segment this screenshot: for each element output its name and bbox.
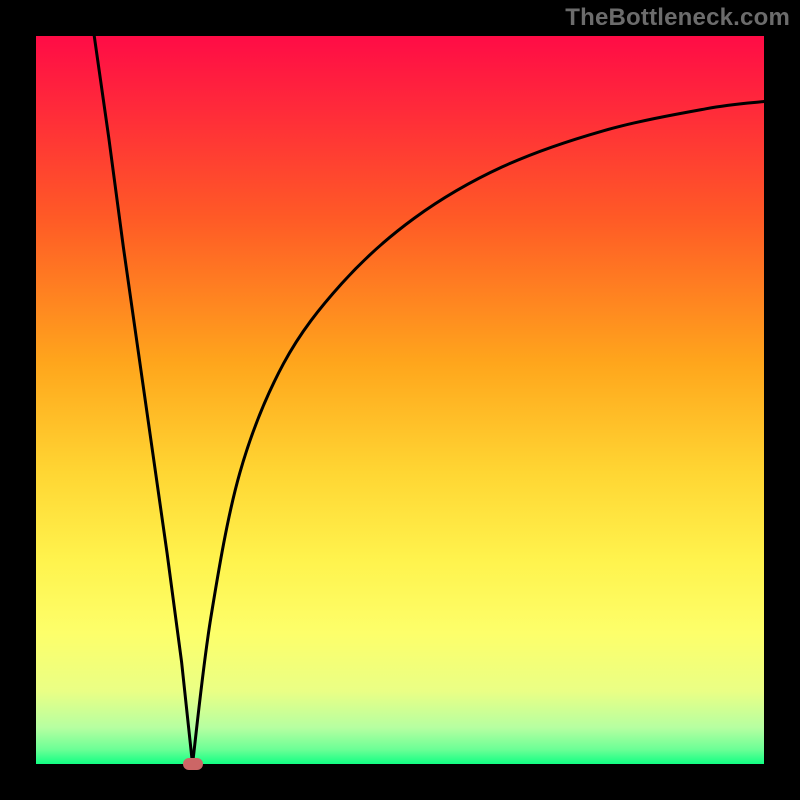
chart-curve [36,36,764,764]
curve-right-branch [193,102,764,764]
curve-left-branch [94,36,192,764]
chart-frame: TheBottleneck.com [0,0,800,800]
chart-plot-area [36,36,764,764]
watermark-text: TheBottleneck.com [565,4,790,32]
optimum-marker [183,758,203,770]
